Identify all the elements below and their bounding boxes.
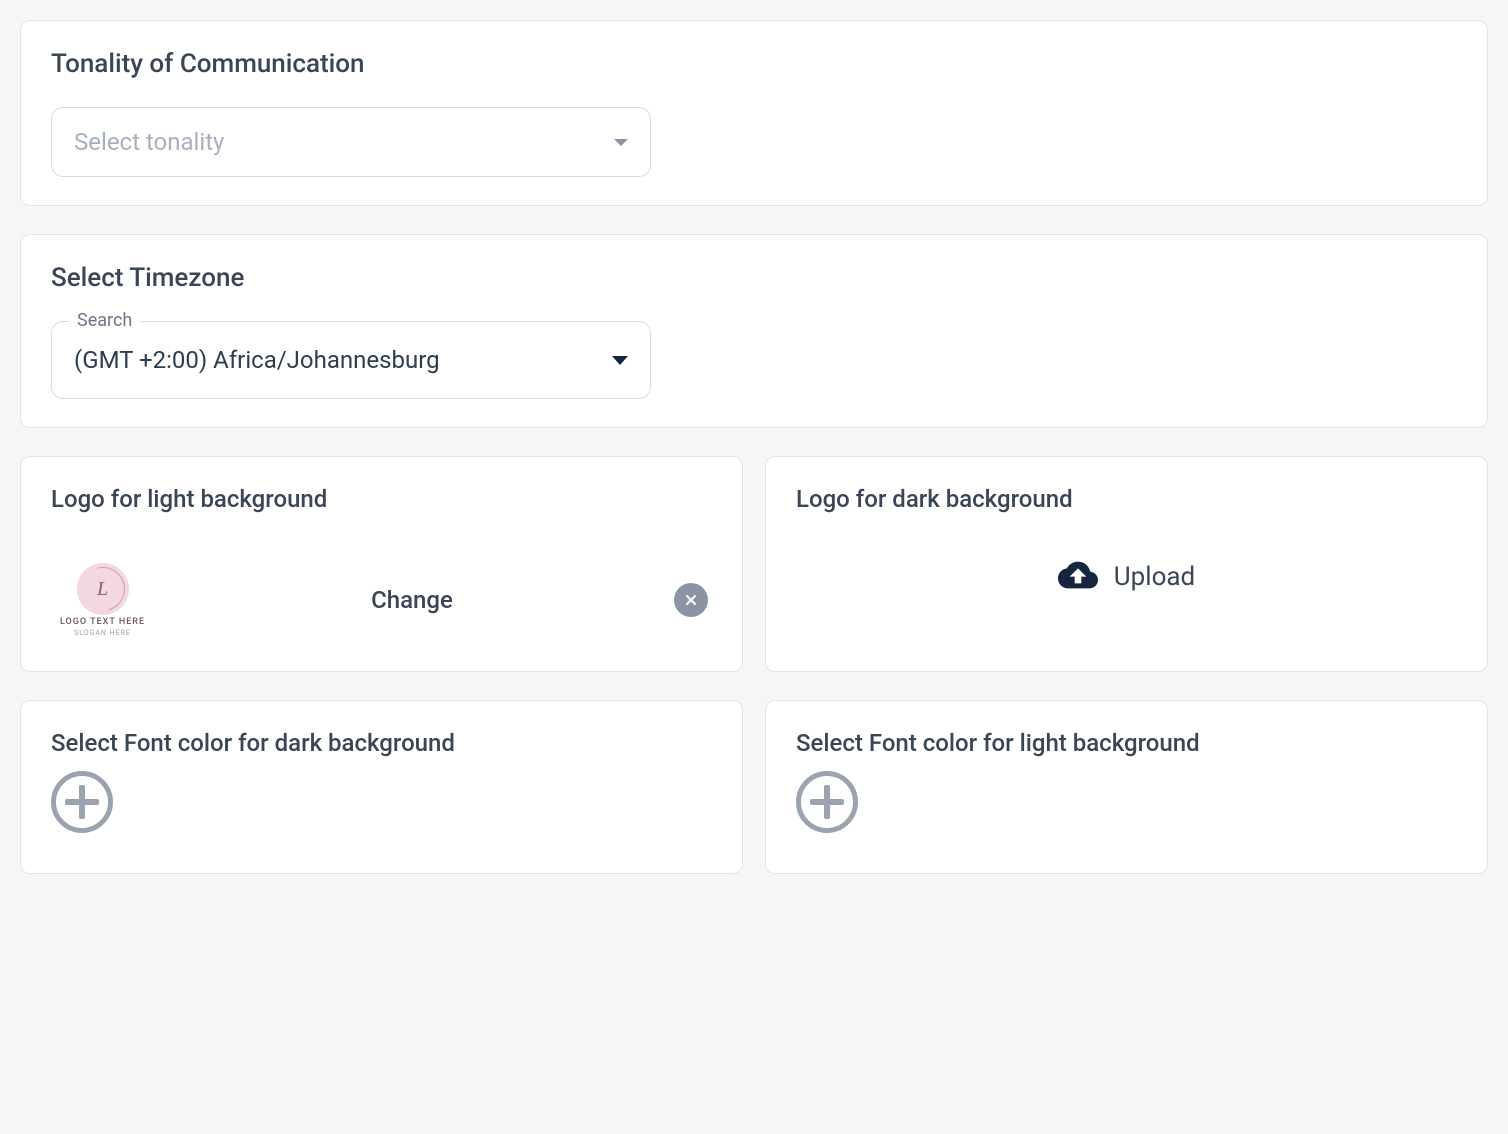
plus-icon xyxy=(65,785,99,819)
cloud-upload-icon xyxy=(1058,555,1098,599)
tonality-title: Tonality of Communication xyxy=(51,49,1457,79)
logo-text-sub: SLOGAN HERE xyxy=(74,629,131,637)
remove-logo-button[interactable] xyxy=(674,583,708,617)
close-icon xyxy=(683,592,699,608)
timezone-title: Select Timezone xyxy=(51,263,1457,293)
logo-light-title: Logo for light background xyxy=(51,485,712,513)
logo-dark-card: Logo for dark background Upload xyxy=(765,456,1488,672)
upload-button[interactable]: Upload xyxy=(796,555,1457,615)
timezone-value: (GMT +2:00) Africa/Johannesburg xyxy=(74,346,612,374)
upload-label: Upload xyxy=(1114,562,1195,592)
tonality-select[interactable]: Select tonality xyxy=(51,107,651,177)
change-button[interactable]: Change xyxy=(371,586,453,614)
timezone-card: Select Timezone Search (GMT +2:00) Afric… xyxy=(20,234,1488,428)
logo-light-body: L LOGO TEXT HERE SLOGAN HERE Change xyxy=(51,563,712,637)
add-font-color-light-button[interactable] xyxy=(796,771,858,833)
add-font-color-dark-button[interactable] xyxy=(51,771,113,833)
logo-dark-title: Logo for dark background xyxy=(796,485,1457,513)
logo-light-preview: L LOGO TEXT HERE SLOGAN HERE xyxy=(55,563,150,637)
logo-text-main: LOGO TEXT HERE xyxy=(60,617,145,627)
logo-light-card: Logo for light background L LOGO TEXT HE… xyxy=(20,456,743,672)
font-dark-title: Select Font color for dark background xyxy=(51,729,712,757)
timezone-select[interactable]: (GMT +2:00) Africa/Johannesburg xyxy=(51,321,651,399)
timezone-field-wrap: Search (GMT +2:00) Africa/Johannesburg xyxy=(51,321,651,399)
font-light-card: Select Font color for light background xyxy=(765,700,1488,874)
chevron-down-icon xyxy=(612,356,628,365)
font-light-title: Select Font color for light background xyxy=(796,729,1457,757)
tonality-placeholder: Select tonality xyxy=(74,128,614,156)
logo-row: Logo for light background L LOGO TEXT HE… xyxy=(20,456,1488,672)
font-dark-card: Select Font color for dark background xyxy=(20,700,743,874)
tonality-card: Tonality of Communication Select tonalit… xyxy=(20,20,1488,206)
timezone-search-label: Search xyxy=(69,310,140,331)
font-color-row: Select Font color for dark background Se… xyxy=(20,700,1488,874)
chevron-down-icon xyxy=(614,139,628,146)
plus-icon xyxy=(810,785,844,819)
logo-mark-icon: L xyxy=(77,563,129,615)
